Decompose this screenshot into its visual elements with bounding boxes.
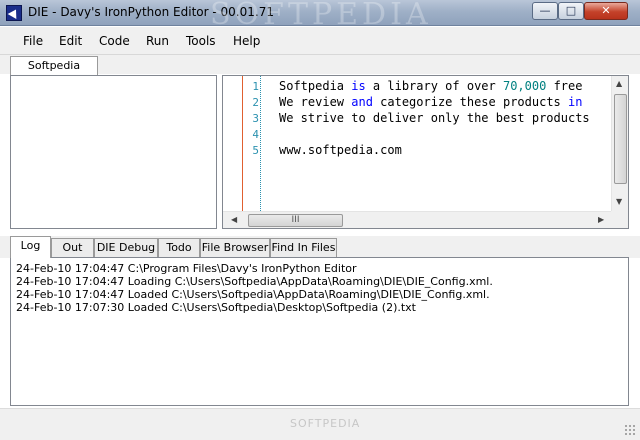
document-tab[interactable]: Softpedia (2).txt — [10, 56, 98, 89]
code-text: a library of over — [365, 79, 503, 93]
code-keyword: in — [568, 95, 583, 109]
log-panel[interactable]: 24-Feb-10 17:04:47 C:\Program Files\Davy… — [10, 257, 629, 406]
tab-todo[interactable]: Todo — [158, 238, 200, 257]
scroll-left-icon[interactable]: ◀ — [231, 215, 237, 224]
line-number: 1 — [252, 80, 259, 93]
output-tab-strip: Log Out DIE Debug Todo File Browser Find… — [0, 236, 640, 258]
menu-run[interactable]: Run — [146, 34, 169, 48]
menu-help[interactable]: Help — [233, 34, 260, 48]
minimize-button[interactable]: — — [532, 2, 558, 20]
editor-margin — [223, 76, 243, 211]
code-line[interactable]: We review and categorize these products … — [279, 95, 582, 109]
line-number: 2 — [252, 96, 259, 109]
log-line: 24-Feb-10 17:04:47 C:\Program Files\Davy… — [16, 262, 357, 275]
code-text: free — [546, 79, 583, 93]
menu-tools[interactable]: Tools — [186, 34, 216, 48]
horizontal-scrollbar[interactable]: ◀ III ▶ — [223, 211, 613, 228]
scroll-up-icon[interactable]: ▲ — [616, 79, 622, 88]
code-text: We strive to deliver only the best produ… — [279, 111, 590, 125]
menu-code[interactable]: Code — [99, 34, 130, 48]
line-number: 3 — [252, 112, 259, 125]
app-icon[interactable] — [6, 5, 22, 21]
code-text: www.softpedia.com — [279, 143, 402, 157]
log-line: 24-Feb-10 17:04:47 Loaded C:\Users\Softp… — [16, 288, 490, 301]
code-text: Softpedia — [279, 79, 352, 93]
code-number: 70,000 — [502, 79, 547, 93]
code-line[interactable]: Softpedia is a library of over 70,000 fr… — [279, 79, 582, 93]
tab-find-in-files[interactable]: Find In Files — [270, 238, 337, 257]
tab-file-browser[interactable]: File Browser — [200, 238, 270, 257]
tab-log[interactable]: Log — [10, 236, 51, 258]
scrollbar-corner — [611, 211, 628, 228]
document-tab-strip: Softpedia (2).txt — [0, 55, 640, 89]
status-bar: SOFTPEDIA — [0, 408, 640, 440]
horizontal-scroll-thumb[interactable]: III — [248, 214, 343, 227]
menu-bar: File Edit Code Run Tools Help — [0, 27, 640, 55]
menu-file[interactable]: File — [23, 34, 43, 48]
file-tree-panel[interactable] — [10, 75, 217, 229]
code-text: categorize these products — [372, 95, 569, 109]
log-line: 24-Feb-10 17:04:47 Loading C:\Users\Soft… — [16, 275, 493, 288]
menu-edit[interactable]: Edit — [59, 34, 82, 48]
vertical-scrollbar[interactable]: ▲ ▼ — [611, 76, 628, 211]
fold-margin — [260, 76, 261, 211]
code-line[interactable]: www.softpedia.com — [279, 143, 402, 157]
resize-grip-icon[interactable] — [624, 424, 636, 436]
scroll-right-icon[interactable]: ▶ — [598, 215, 604, 224]
tab-die-debug[interactable]: DIE Debug — [94, 238, 158, 257]
code-keyword: and — [351, 95, 373, 109]
tab-out[interactable]: Out — [51, 238, 94, 257]
code-text: We review — [279, 95, 352, 109]
close-button[interactable]: ✕ — [584, 2, 628, 20]
scroll-down-icon[interactable]: ▼ — [616, 197, 622, 206]
status-watermark: SOFTPEDIA — [290, 417, 361, 430]
log-line: 24-Feb-10 17:07:30 Loaded C:\Users\Softp… — [16, 301, 416, 314]
code-line[interactable]: We strive to deliver only the best produ… — [279, 111, 590, 125]
code-keyword: is — [351, 79, 366, 93]
code-editor[interactable]: 1 2 3 4 5 Softpedia is a library of over… — [222, 75, 629, 229]
maximize-button[interactable]: □ — [558, 2, 584, 20]
line-number: 5 — [252, 144, 259, 157]
line-number: 4 — [252, 128, 259, 141]
title-bar[interactable]: DIE - Davy's IronPython Editor - 00.01.7… — [0, 0, 640, 32]
vertical-scroll-thumb[interactable] — [614, 94, 627, 184]
